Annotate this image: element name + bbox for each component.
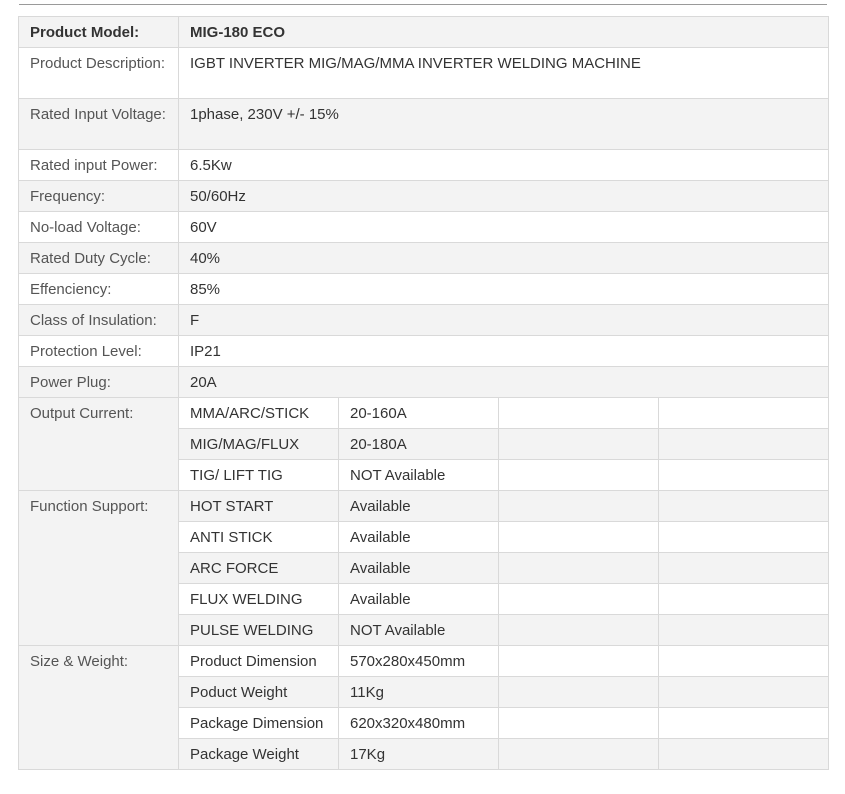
sub-item-name: ARC FORCE	[178, 552, 339, 584]
spec-value: F	[177, 304, 830, 336]
spec-value: 6.5Kw	[177, 149, 830, 181]
sub-item-name: Package Dimension	[178, 707, 339, 739]
spec-label: Class of Insulation:	[18, 304, 179, 336]
table-row: Rated input Power: 6.5Kw	[18, 149, 830, 181]
spec-value: IGBT INVERTER MIG/MAG/MMA INVERTER WELDI…	[177, 47, 830, 99]
sub-item-value: Available	[338, 490, 499, 522]
empty-cell	[657, 583, 830, 615]
spec-value: IP21	[177, 335, 830, 367]
spec-value: 60V	[177, 211, 830, 243]
spec-value: 40%	[177, 242, 830, 274]
group-label-size-weight: Size & Weight:	[18, 645, 179, 770]
table-row: Power Plug: 20A	[18, 366, 830, 398]
empty-cell	[498, 552, 659, 584]
sub-item-name: Product Dimension	[178, 645, 339, 677]
empty-cell	[657, 614, 830, 646]
sub-item-value: 20-160A	[338, 397, 499, 429]
sub-item-name: HOT START	[178, 490, 339, 522]
sub-item-name: Package Weight	[178, 738, 339, 770]
table-row: Function Support: HOT START Available	[18, 490, 830, 646]
sub-item-value: 20-180A	[338, 428, 499, 460]
spec-label: No-load Voltage:	[18, 211, 179, 243]
spec-value: 20A	[177, 366, 830, 398]
sub-item-value: 17Kg	[338, 738, 499, 770]
spec-value: 1phase, 230V +/- 15%	[177, 98, 830, 150]
spec-label: Product Description:	[18, 47, 179, 99]
table-row: No-load Voltage: 60V	[18, 211, 830, 243]
sub-item-name: PULSE WELDING	[178, 614, 339, 646]
spec-label: Frequency:	[18, 180, 179, 212]
empty-cell	[657, 552, 830, 584]
sub-item-name: FLUX WELDING	[178, 583, 339, 615]
empty-cell	[657, 397, 830, 429]
table-row: Frequency: 50/60Hz	[18, 180, 830, 212]
table-row: Rated Input Voltage: 1phase, 230V +/- 15…	[18, 98, 830, 150]
spec-label: Protection Level:	[18, 335, 179, 367]
sub-item-value: NOT Available	[338, 459, 499, 491]
group-label-output-current: Output Current:	[18, 397, 179, 491]
empty-cell	[498, 490, 659, 522]
empty-cell	[498, 738, 659, 770]
empty-cell	[498, 397, 659, 429]
group-label-function-support: Function Support:	[18, 490, 179, 646]
spec-label: Rated Duty Cycle:	[18, 242, 179, 274]
empty-cell	[657, 707, 830, 739]
sub-item-value: Available	[338, 552, 499, 584]
sub-item-name: ANTI STICK	[178, 521, 339, 553]
table-row: Rated Duty Cycle: 40%	[18, 242, 830, 274]
sub-item-name: MMA/ARC/STICK	[178, 397, 339, 429]
empty-cell	[498, 428, 659, 460]
empty-cell	[657, 676, 830, 708]
spec-label: Power Plug:	[18, 366, 179, 398]
empty-cell	[657, 521, 830, 553]
empty-cell	[498, 707, 659, 739]
top-divider	[19, 4, 827, 5]
sub-item-name: MIG/MAG/FLUX	[178, 428, 339, 460]
empty-cell	[498, 583, 659, 615]
spec-value: 50/60Hz	[177, 180, 830, 212]
sub-item-value: 570x280x450mm	[338, 645, 499, 677]
sub-item-name: Poduct Weight	[178, 676, 339, 708]
table-row-product-model: Product Model: MIG-180 ECO	[18, 16, 830, 48]
sub-item-value: Available	[338, 583, 499, 615]
empty-cell	[498, 521, 659, 553]
empty-cell	[657, 738, 830, 770]
product-model-label: Product Model:	[18, 16, 179, 48]
empty-cell	[657, 490, 830, 522]
table-row: Size & Weight: Product Dimension 570x280…	[18, 645, 830, 770]
empty-cell	[657, 428, 830, 460]
product-model-value: MIG-180 ECO	[177, 16, 830, 48]
table-row: Output Current: MMA/ARC/STICK 20-160A	[18, 397, 830, 491]
empty-cell	[498, 645, 659, 677]
table-row: Class of Insulation: F	[18, 304, 830, 336]
spec-label: Rated Input Voltage:	[18, 98, 179, 150]
empty-cell	[498, 676, 659, 708]
sub-item-value: NOT Available	[338, 614, 499, 646]
table-row: Effenciency: 85%	[18, 273, 830, 305]
spec-label: Effenciency:	[18, 273, 179, 305]
empty-cell	[657, 459, 830, 491]
table-row: Product Description: IGBT INVERTER MIG/M…	[18, 47, 830, 99]
empty-cell	[498, 614, 659, 646]
table-row: Protection Level: IP21	[18, 335, 830, 367]
spec-value: 85%	[177, 273, 830, 305]
spec-table: Product Model: MIG-180 ECO Product Descr…	[18, 16, 830, 770]
spec-label: Rated input Power:	[18, 149, 179, 181]
empty-cell	[657, 645, 830, 677]
empty-cell	[498, 459, 659, 491]
sub-item-value: Available	[338, 521, 499, 553]
sub-item-name: TIG/ LIFT TIG	[178, 459, 339, 491]
sub-item-value: 11Kg	[338, 676, 499, 708]
sub-item-value: 620x320x480mm	[338, 707, 499, 739]
